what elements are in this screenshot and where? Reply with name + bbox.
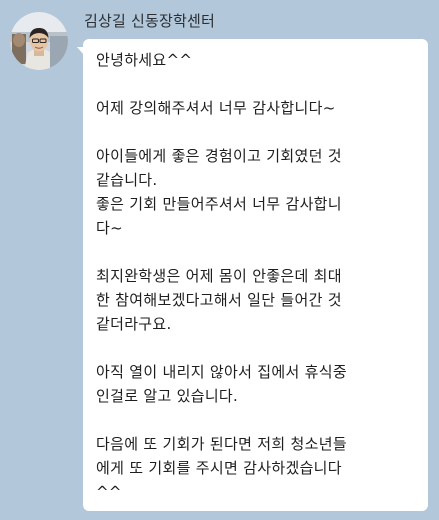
message-paragraph: 안녕하세요^^ (96, 51, 193, 69)
message-paragraph: 최지완학생은 어제 몸이 안좋은데 최대 한 참여해보겠다고해서 일단 들어간 … (96, 267, 342, 333)
message-paragraph: 아직 열이 내리지 않아서 집에서 휴식중 인걸로 알고 있습니다. (96, 363, 347, 405)
avatar[interactable] (10, 12, 68, 70)
sender-name: 김상길 신동장학센터 (84, 12, 215, 30)
message-paragraph: 어제 강의해주셔서 너무 감사합니다~ (96, 99, 336, 117)
message-paragraph: 다음에 또 기회가 된다면 저희 청소년들 에게 또 기회를 주시면 감사하겠습… (96, 435, 347, 501)
message-bubble[interactable]: 안녕하세요^^ 어제 강의해주셔서 너무 감사합니다~ 아이들에게 좋은 경험이… (77, 39, 428, 511)
message-paragraph: 아이들에게 좋은 경험이고 기회였던 것 같습니다. 좋은 기회 만들어주셔서 … (96, 147, 342, 237)
bubble-tail (77, 47, 84, 55)
profile-photo-avatar-icon (10, 12, 68, 70)
